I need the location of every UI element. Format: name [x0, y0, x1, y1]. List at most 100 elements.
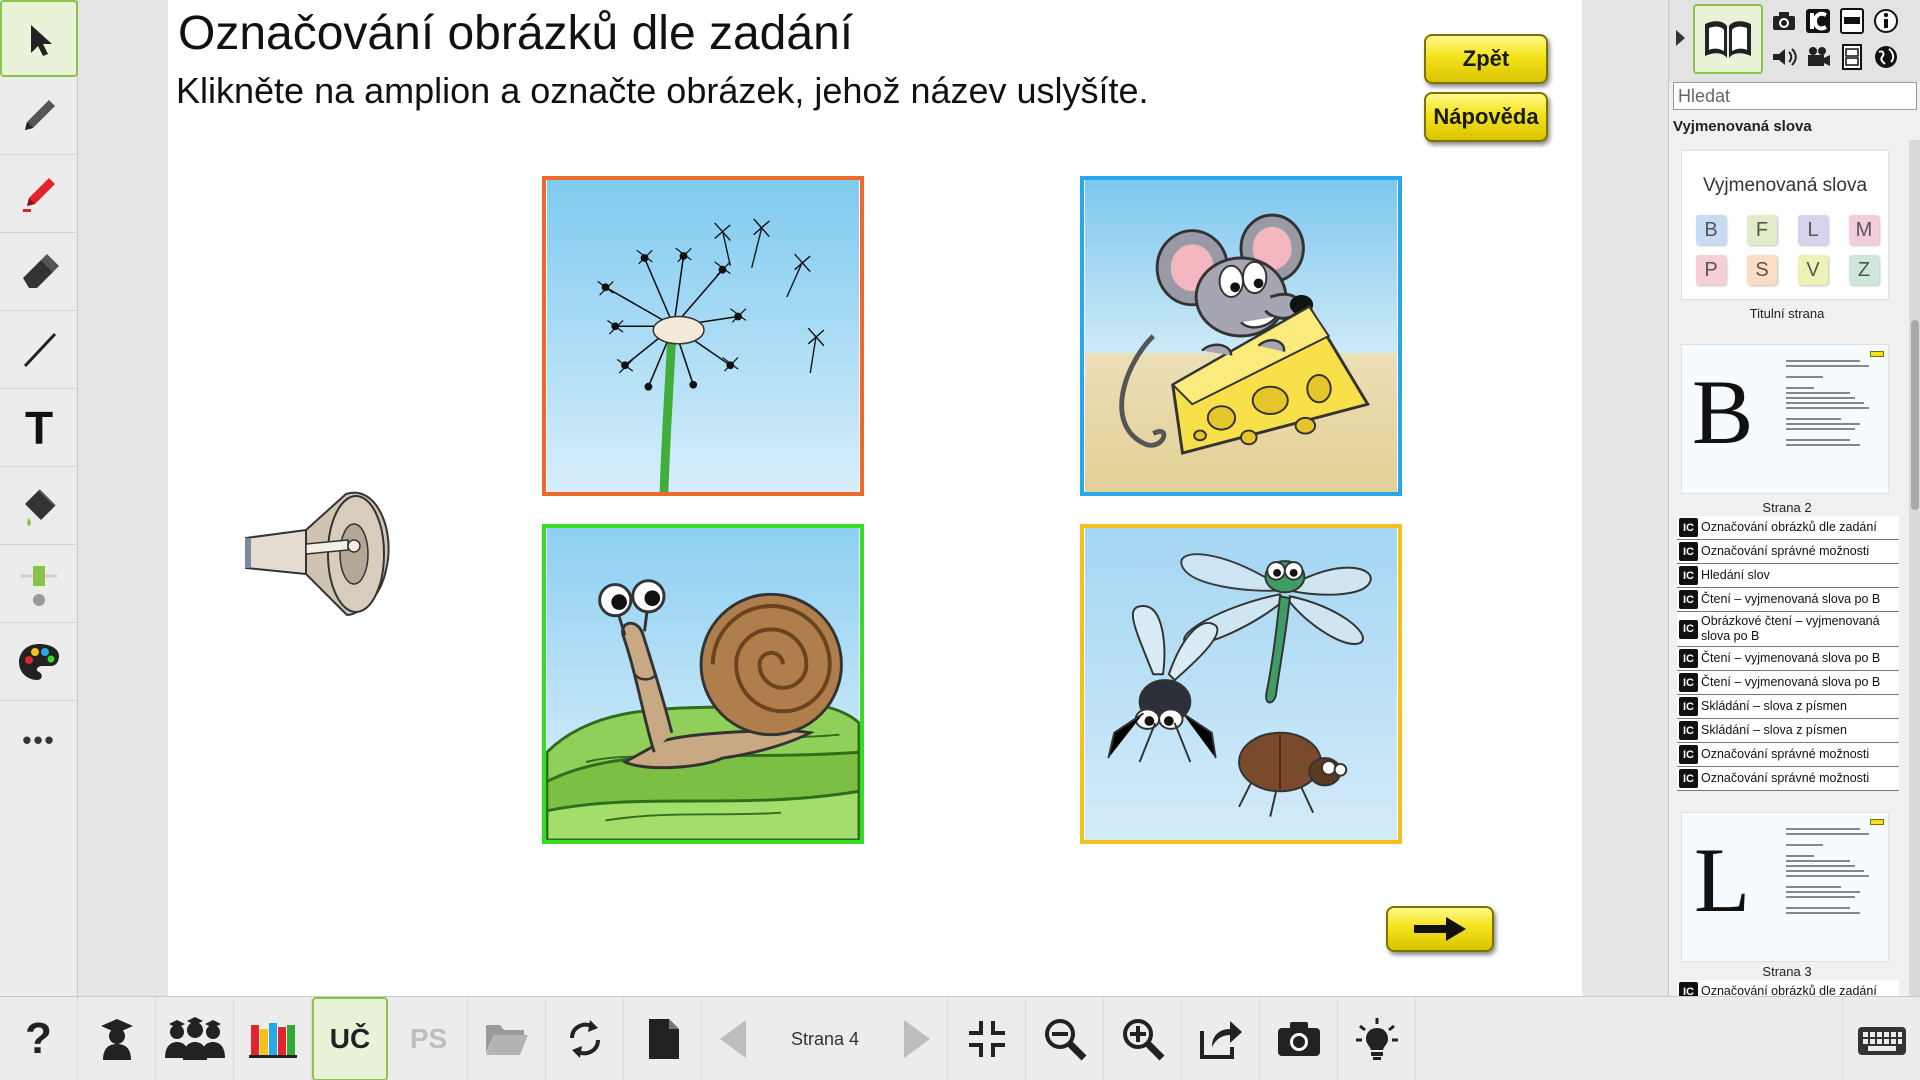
- ps-label: PS: [409, 1023, 448, 1054]
- sound-button[interactable]: [1767, 40, 1801, 74]
- page-l-activity-list: IC Označování obrázků dle zadání: [1677, 980, 1899, 996]
- video-camera-icon: [1808, 47, 1830, 66]
- pencil-tool-button[interactable]: [0, 78, 78, 155]
- ic-icon: IC: [1679, 518, 1698, 537]
- screenshot-button[interactable]: [1260, 997, 1338, 1080]
- info-button[interactable]: [1869, 4, 1903, 38]
- students-group-icon: [164, 1017, 225, 1060]
- palette-icon: [19, 644, 59, 680]
- mp4-button[interactable]: [1835, 4, 1869, 38]
- collapse-icon: [968, 1021, 1005, 1057]
- uc-label: UČ: [329, 1023, 371, 1054]
- help-question-button[interactable]: ?: [0, 997, 78, 1080]
- ic-icon: IC: [1679, 769, 1698, 788]
- refresh-button[interactable]: [546, 997, 624, 1080]
- student-button[interactable]: [78, 997, 156, 1080]
- line-tool-button[interactable]: [0, 312, 78, 389]
- cover-letter-tile: F: [1747, 215, 1777, 245]
- teacher-mode-button[interactable]: UČ: [312, 997, 388, 1080]
- right-panel: Vyjmenovaná slova Vyjmenovaná slova BFLM…: [1668, 0, 1920, 996]
- activity-item[interactable]: IC Čtení – vyjmenovaná slova po B: [1677, 671, 1899, 695]
- book-button[interactable]: [1693, 4, 1763, 74]
- activity-item[interactable]: IC Označování správné možnosti: [1677, 743, 1899, 767]
- cover-letter-tile: V: [1798, 255, 1828, 285]
- eraser-icon: [23, 254, 59, 288]
- panel-scrollbar-thumb[interactable]: [1911, 320, 1919, 510]
- previous-page-button[interactable]: [702, 997, 764, 1080]
- line-width-icon: [21, 566, 57, 606]
- help-button[interactable]: Nápověda: [1424, 92, 1548, 142]
- page-l-preview-lines: [1786, 825, 1878, 949]
- cover-letter-tile: B: [1696, 215, 1726, 245]
- class-button[interactable]: [156, 997, 234, 1080]
- ic-icon: IC: [1679, 566, 1698, 585]
- dandelion-illustration: [547, 180, 859, 492]
- activity-item[interactable]: IC Označování obrázků dle zadání: [1677, 980, 1899, 996]
- marker-tool-button[interactable]: [0, 156, 78, 233]
- image-mouse-cheese[interactable]: [1080, 176, 1402, 496]
- web-button[interactable]: [1869, 40, 1903, 74]
- library-button[interactable]: [234, 997, 312, 1080]
- zoom-in-button[interactable]: [1104, 997, 1182, 1080]
- cover-caption: Titulní strana: [1749, 306, 1825, 321]
- search-input[interactable]: [1673, 82, 1917, 110]
- refresh-icon: [569, 1020, 600, 1058]
- activity-item[interactable]: IC Čtení – vyjmenovaná slova po B: [1677, 647, 1899, 671]
- mouse-cheese-illustration: [1085, 180, 1397, 492]
- image-insects[interactable]: [1080, 524, 1402, 844]
- camera-small-button[interactable]: [1767, 4, 1801, 38]
- ic-icon: IC: [1679, 745, 1698, 764]
- text-tool-button[interactable]: T: [0, 390, 78, 467]
- workbook-mode-button[interactable]: PS: [390, 997, 468, 1080]
- fill-tool-button[interactable]: [0, 468, 78, 545]
- share-button[interactable]: [1182, 997, 1260, 1080]
- activity-item-label: Označování správné možnosti: [1701, 544, 1870, 558]
- more-tools-button[interactable]: •••: [0, 702, 78, 779]
- new-page-button[interactable]: [624, 997, 702, 1080]
- video-camera-button[interactable]: [1801, 40, 1835, 74]
- page-b-thumbnail[interactable]: B: [1681, 344, 1889, 494]
- chevron-right-icon: [903, 1020, 930, 1058]
- page-title: Označování obrázků dle zadání: [178, 7, 854, 60]
- activity-item[interactable]: IC Skládání – slova z písmen: [1677, 695, 1899, 719]
- activity-item[interactable]: IC Označování správné možnosti: [1677, 540, 1899, 564]
- activity-item[interactable]: IC Obrázkové čtení – vyjmenovaná slova po…: [1677, 612, 1899, 647]
- spotlight-button[interactable]: [1338, 997, 1416, 1080]
- next-page-button[interactable]: [886, 997, 948, 1080]
- activity-item[interactable]: IC Označování obrázků dle zadání: [1677, 516, 1899, 540]
- select-tool-button[interactable]: [0, 0, 78, 77]
- page-l-thumbnail[interactable]: L: [1681, 812, 1889, 962]
- page-b-activity-list: IC Označování obrázků dle zadání IC Označov…: [1677, 516, 1899, 791]
- keyboard-button[interactable]: [1842, 997, 1920, 1080]
- activity-item[interactable]: IC Čtení – vyjmenovaná slova po B: [1677, 588, 1899, 612]
- page-l-mini-button: [1870, 819, 1884, 825]
- speaker-button[interactable]: [236, 490, 396, 620]
- activity-item[interactable]: IC Hledání slov: [1677, 564, 1899, 588]
- page-icon: [648, 1019, 679, 1059]
- color-palette-button[interactable]: [0, 624, 78, 701]
- panel-scrollbar[interactable]: [1909, 140, 1920, 996]
- zoom-out-button[interactable]: [1026, 997, 1104, 1080]
- back-button[interactable]: Zpět: [1424, 34, 1548, 84]
- film-strip-icon: [1842, 44, 1862, 70]
- page-l-letter: L: [1694, 829, 1751, 931]
- activity-item[interactable]: IC Označování správné možnosti: [1677, 767, 1899, 791]
- fit-screen-button[interactable]: [948, 997, 1026, 1080]
- collapse-panel-button[interactable]: [1669, 14, 1691, 62]
- cover-thumbnail[interactable]: Vyjmenovaná slova BFLM PSVZ: [1681, 150, 1889, 300]
- activity-item-label: Čtení – vyjmenovaná slova po B: [1701, 675, 1881, 689]
- line-width-button[interactable]: [0, 546, 78, 623]
- film-button[interactable]: [1835, 40, 1869, 74]
- image-snail[interactable]: [542, 524, 864, 844]
- image-dandelion[interactable]: [542, 176, 864, 496]
- activity-item-label: Skládání – slova z písmen: [1701, 699, 1847, 713]
- activity-item[interactable]: IC Skládání – slova z písmen: [1677, 719, 1899, 743]
- next-button[interactable]: [1386, 906, 1494, 952]
- text-tool-icon: T: [24, 402, 54, 454]
- share-icon: [1199, 1021, 1242, 1059]
- page-l-caption: Strana 3: [1762, 964, 1812, 979]
- open-folder-button[interactable]: [468, 997, 546, 1080]
- video-file-icon: [1840, 8, 1864, 34]
- ic-button[interactable]: [1801, 4, 1835, 38]
- eraser-tool-button[interactable]: [0, 234, 78, 311]
